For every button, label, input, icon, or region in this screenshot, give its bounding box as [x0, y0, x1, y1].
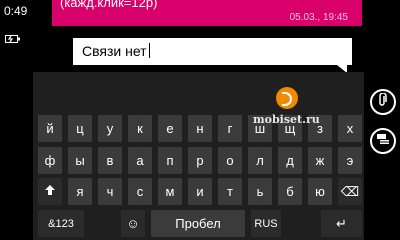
attach-button[interactable] [370, 89, 396, 115]
key[interactable]: ч [98, 178, 122, 205]
key[interactable]: э [338, 147, 362, 174]
shift-key[interactable] [38, 178, 62, 205]
send-icon [376, 132, 390, 150]
key[interactable]: ю [308, 178, 332, 205]
paperclip-icon [377, 91, 389, 112]
shift-arrow-icon [44, 184, 56, 199]
battery-charging-icon [5, 31, 21, 49]
mobiset-logo-icon [276, 87, 298, 109]
key[interactable]: ц [68, 115, 92, 142]
key[interactable]: о [218, 147, 242, 174]
key[interactable]: ы [68, 147, 92, 174]
key[interactable]: у [98, 115, 122, 142]
backspace-key[interactable]: ⌫ [338, 178, 362, 205]
key[interactable]: г [218, 115, 242, 142]
key[interactable]: б [278, 178, 302, 205]
symbols-key[interactable]: &123 [38, 210, 84, 237]
key[interactable]: л [248, 147, 272, 174]
on-screen-keyboard: й ц у к е н г ш щ з х ф ы в а п р о л д … [33, 72, 364, 240]
clock: 0:49 [4, 4, 28, 18]
key[interactable]: р [188, 147, 212, 174]
key[interactable]: ж [308, 147, 332, 174]
message-text: (кажд.клик=12р) [60, 0, 158, 10]
sent-message-bubble[interactable]: (кажд.клик=12р) 05.03., 19:45 [52, 0, 362, 26]
key[interactable]: а [128, 147, 152, 174]
enter-key[interactable]: ↵ [321, 210, 362, 237]
language-key[interactable]: RUS [251, 210, 281, 237]
key[interactable]: х [338, 115, 362, 142]
status-bar: 0:49 [0, 0, 30, 60]
key[interactable]: ь [248, 178, 272, 205]
message-timestamp: 05.03., 19:45 [289, 12, 348, 23]
key[interactable]: д [278, 147, 302, 174]
key[interactable]: н [188, 115, 212, 142]
message-input-text: Связи нет [82, 43, 150, 59]
key[interactable]: и [188, 178, 212, 205]
key[interactable]: т [218, 178, 242, 205]
emoji-key[interactable]: ☺ [121, 210, 145, 237]
text-caret [148, 43, 150, 58]
key[interactable]: с [128, 178, 152, 205]
watermark: mobiset.ru [253, 113, 320, 126]
key[interactable]: ф [38, 147, 62, 174]
message-input[interactable]: Связи нет [73, 38, 352, 65]
key[interactable]: е [158, 115, 182, 142]
key[interactable]: м [158, 178, 182, 205]
key[interactable]: в [98, 147, 122, 174]
key[interactable]: й [38, 115, 62, 142]
key[interactable]: к [128, 115, 152, 142]
key[interactable]: п [158, 147, 182, 174]
send-button[interactable] [370, 128, 396, 154]
space-key[interactable]: Пробел [151, 210, 245, 237]
key[interactable]: я [68, 178, 92, 205]
